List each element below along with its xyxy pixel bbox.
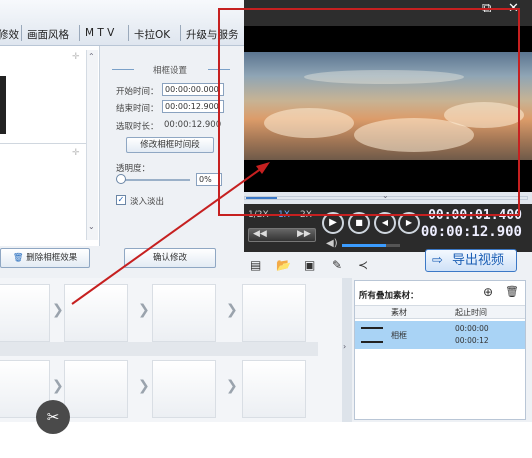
annotation-arrow	[71, 162, 270, 305]
app-window: 修效 画面风格 M T V 卡拉OK 升级与服务 ⧉ ✕ ⌃ ⌄ ✛ ✛ 🗑 删…	[0, 0, 532, 434]
